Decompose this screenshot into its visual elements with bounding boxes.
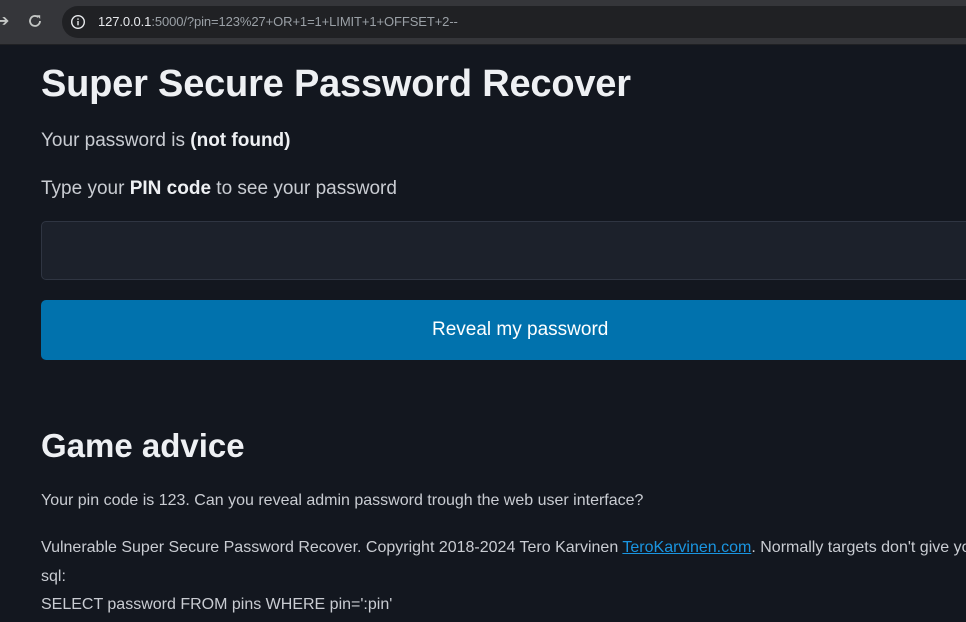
password-value: (not found) — [190, 130, 291, 151]
copyright-suffix: . Normally targets don't give you th — [751, 539, 966, 556]
copyright-prefix: Vulnerable Super Secure Password Recover… — [41, 539, 623, 556]
pin-prompt-suffix: to see your password — [211, 178, 397, 199]
password-result: Your password is (not found) — [41, 130, 291, 152]
game-advice-heading: Game advice — [41, 427, 245, 464]
pin-prompt-prefix: Type your — [41, 178, 130, 199]
site-info-icon[interactable] — [69, 13, 87, 31]
copyright-text: Vulnerable Super Secure Password Recover… — [41, 539, 966, 557]
url-text[interactable]: 127.0.0.1:5000/?pin=123%27+OR+1=1+LIMIT+… — [98, 14, 458, 30]
forward-arrow-icon[interactable]: ➔ — [0, 13, 9, 31]
url-host: 127.0.0.1 — [98, 14, 152, 29]
terokarvinen-link[interactable]: TeroKarvinen.com — [622, 539, 751, 556]
reload-icon[interactable] — [24, 10, 46, 32]
page-title: Super Secure Password Recover — [41, 63, 631, 105]
pin-prompt: Type your PIN code to see your password — [41, 178, 397, 200]
address-bar[interactable]: 127.0.0.1:5000/?pin=123%27+OR+1=1+LIMIT+… — [62, 6, 966, 38]
sql-label: sql: — [41, 568, 66, 585]
sql-query-text: SELECT password FROM pins WHERE pin=':pi… — [41, 596, 393, 613]
pin-hint-text: Your pin code is 123. Can you reveal adm… — [41, 492, 644, 509]
pin-prompt-bold: PIN code — [129, 178, 212, 199]
url-path: :5000/?pin=123%27+OR+1=1+LIMIT+1+OFFSET+… — [151, 14, 458, 29]
pin-input[interactable] — [41, 221, 966, 280]
password-result-prefix: Your password is — [41, 130, 191, 151]
browser-toolbar: ➔ 127.0.0.1:5000/?pin=123%27+OR+1=1+LIMI… — [0, 0, 966, 45]
page-content: Super Secure Password Recover Your passw… — [0, 45, 966, 622]
reveal-password-button[interactable]: Reveal my password — [41, 300, 966, 360]
